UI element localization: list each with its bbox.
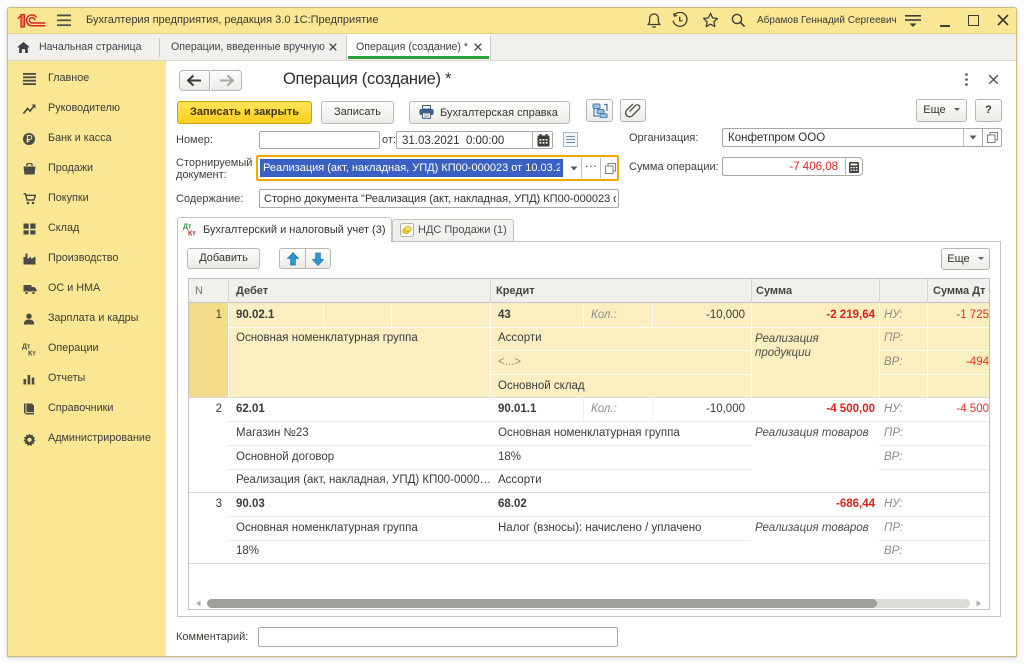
- svg-text:Дт: Дт: [183, 224, 192, 231]
- svg-text:Кт: Кт: [188, 231, 196, 237]
- svg-text:Кт: Кт: [28, 351, 36, 357]
- svg-text:Дт: Дт: [22, 344, 31, 351]
